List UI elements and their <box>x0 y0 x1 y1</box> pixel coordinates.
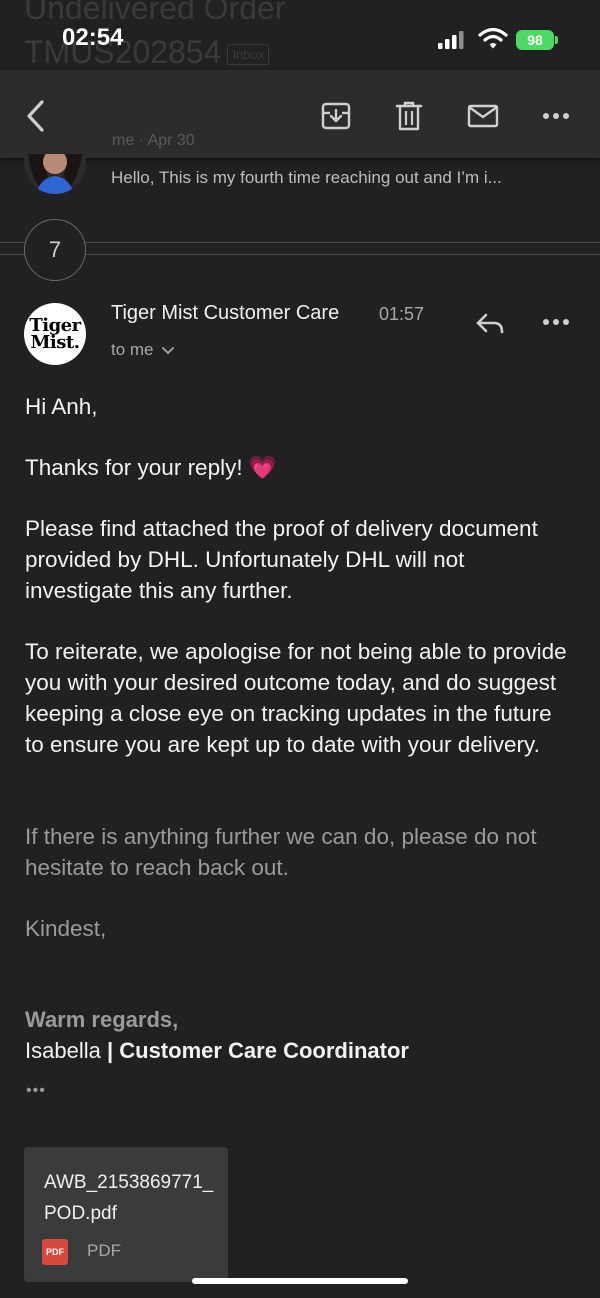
attachment-type: PDF <box>87 1241 121 1260</box>
home-indicator[interactable] <box>192 1278 408 1284</box>
body-paragraph-3: To reiterate, we apologise for not being… <box>25 639 567 757</box>
archive-button[interactable] <box>314 94 358 138</box>
avatar-photo-icon <box>24 154 86 194</box>
user-avatar[interactable] <box>24 154 86 194</box>
sender-logo[interactable]: Tiger Mist. <box>24 303 86 365</box>
greeting: Hi Anh, <box>25 394 98 419</box>
battery-nub <box>555 36 558 44</box>
mark-unread-button[interactable] <box>461 94 505 138</box>
body-paragraph-2: Please find attached the proof of delive… <box>25 516 538 603</box>
thread-divider-bottom <box>0 254 600 255</box>
recipient-label: to me <box>111 340 154 359</box>
archive-icon <box>321 102 351 130</box>
more-horizontal-icon <box>543 319 569 325</box>
signature-regards: Warm regards, <box>25 1007 179 1032</box>
body-paragraph-4: If there is anything further we can do, … <box>25 824 537 880</box>
previous-message-meta: me · Apr 30 <box>112 132 195 149</box>
reply-icon <box>476 313 504 334</box>
pdf-file-icon: PDF <box>42 1239 68 1265</box>
closing: Kindest, <box>25 916 107 941</box>
body-paragraph-1: Thanks for your reply! 💗 <box>25 455 277 480</box>
reply-button[interactable] <box>468 302 512 346</box>
message-toolbar <box>0 70 600 158</box>
wifi-icon <box>478 27 508 49</box>
sender-name[interactable]: Tiger Mist Customer Care <box>111 302 339 325</box>
message-time: 01:57 <box>379 304 425 324</box>
logo-text-line2: Mist. <box>30 332 80 353</box>
battery-indicator: 98 <box>516 30 554 50</box>
signature-line: Isabella | Customer Care Coordinator <box>25 1038 409 1064</box>
back-button[interactable] <box>14 94 58 138</box>
signature-title: | Customer Care Coordinator <box>106 1038 409 1063</box>
attachment-filename: AWB_2153869771_POD.pdf <box>44 1172 214 1224</box>
chevron-left-icon <box>27 100 44 132</box>
thread-divider-top <box>0 242 600 243</box>
show-trimmed-content[interactable]: ••• <box>26 1082 46 1100</box>
delete-button[interactable] <box>387 94 431 138</box>
status-time: 02:54 <box>62 24 124 51</box>
recipient-toggle[interactable]: to me <box>111 340 175 360</box>
signature-name: Isabella <box>25 1038 101 1063</box>
previous-message-snippet[interactable]: Hello, This is my fourth time reaching o… <box>111 168 571 188</box>
cellular-signal-icon <box>438 31 464 49</box>
mail-icon <box>467 104 499 128</box>
message-more-button[interactable] <box>534 300 578 344</box>
attachment-card[interactable]: AWB_2153869771_POD.pdf PDF PDF <box>24 1147 228 1282</box>
more-options-button[interactable] <box>534 94 578 138</box>
chevron-down-icon <box>162 347 175 355</box>
collapsed-messages-count[interactable]: 7 <box>24 219 86 281</box>
more-horizontal-icon <box>543 113 569 119</box>
inbox-label-tag: Inbox <box>227 43 270 65</box>
trash-icon <box>395 101 423 131</box>
